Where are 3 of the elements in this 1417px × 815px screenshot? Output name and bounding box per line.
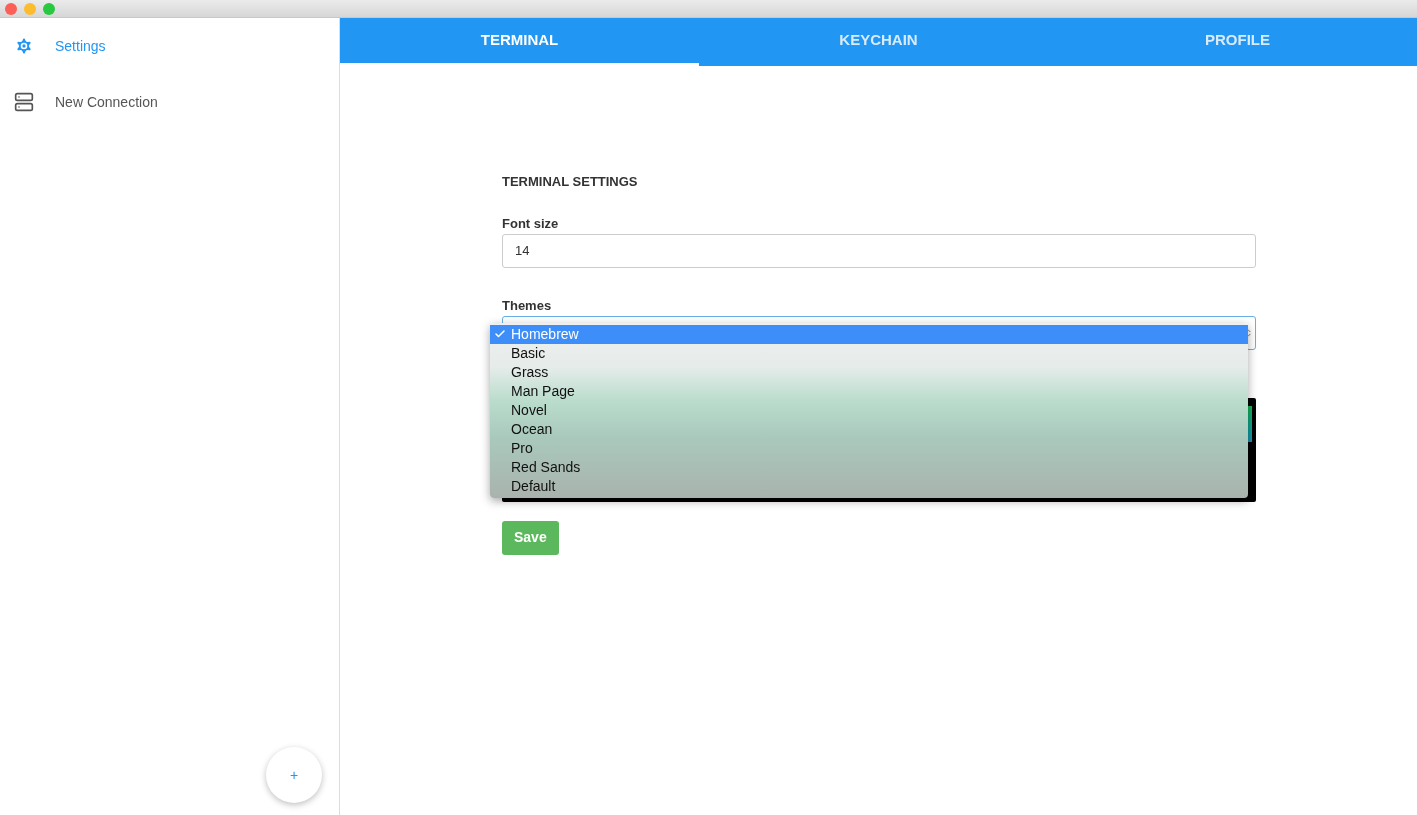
field-label: Font size (502, 215, 560, 232)
section-heading: TERMINAL SETTINGS (502, 173, 639, 191)
field-label: Themes (502, 297, 553, 314)
